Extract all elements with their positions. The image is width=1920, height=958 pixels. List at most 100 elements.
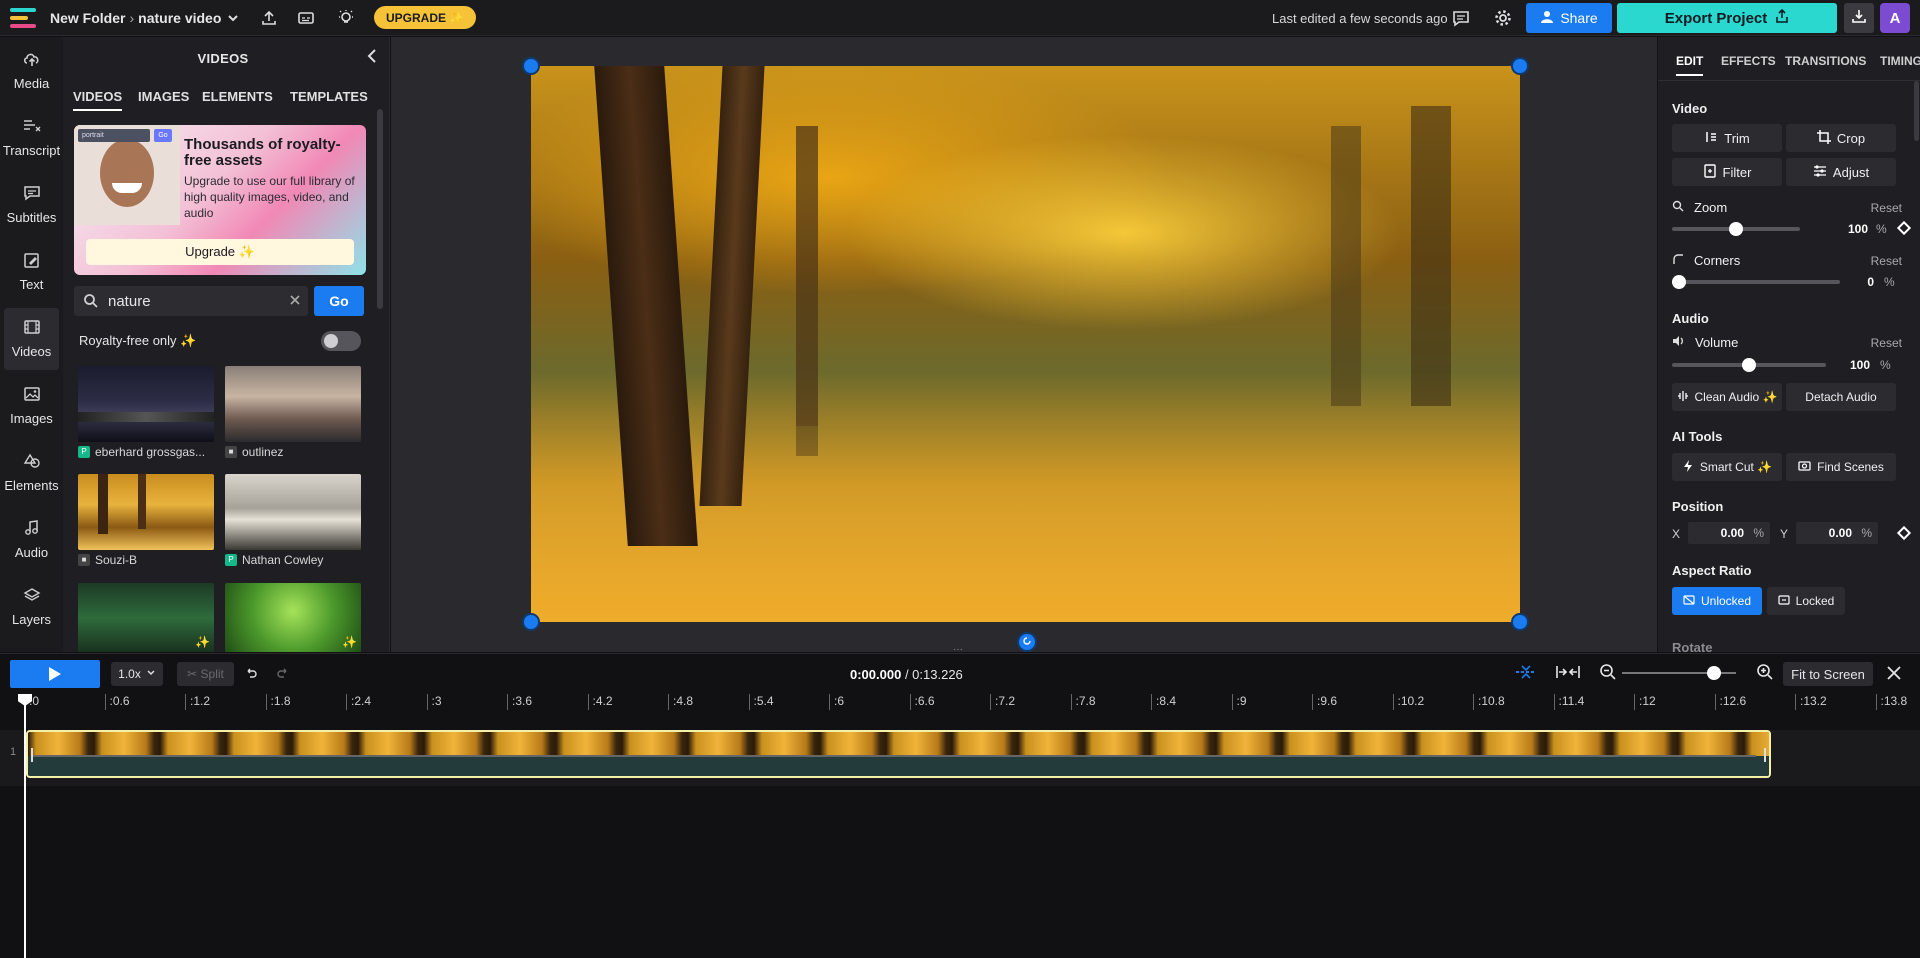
comment-icon[interactable] bbox=[1452, 0, 1470, 36]
tab-effects[interactable]: EFFECTS bbox=[1721, 54, 1776, 68]
position-y-field[interactable]: 0.00 % bbox=[1796, 522, 1878, 544]
rail-item-text[interactable]: Text bbox=[4, 241, 59, 303]
tab-timing[interactable]: TIMING bbox=[1880, 54, 1920, 68]
volume-reset[interactable]: Reset bbox=[1871, 336, 1902, 350]
promo-upgrade-button[interactable]: Upgrade ✨ bbox=[86, 239, 354, 265]
app-logo[interactable] bbox=[10, 0, 40, 36]
search-go-button[interactable]: Go bbox=[314, 286, 364, 316]
video-thumbnail[interactable] bbox=[78, 366, 214, 442]
zoom-out-icon[interactable] bbox=[1599, 663, 1617, 686]
zoom-in-icon[interactable] bbox=[1756, 663, 1774, 686]
tab-edit[interactable]: EDIT bbox=[1676, 54, 1703, 76]
rail-item-images[interactable]: Images bbox=[4, 375, 59, 437]
tab-templates[interactable]: TEMPLATES bbox=[290, 89, 368, 111]
zoom-keyframe-icon[interactable] bbox=[1897, 221, 1911, 235]
search-input[interactable] bbox=[108, 291, 268, 311]
rail-item-elements[interactable]: Elements bbox=[4, 442, 59, 504]
upgrade-button[interactable]: UPGRADE ✨ bbox=[374, 6, 476, 29]
resize-handle-bottom-left[interactable] bbox=[522, 613, 540, 631]
tab-images[interactable]: IMAGES bbox=[138, 89, 189, 111]
split-button[interactable]: ✂ Split bbox=[177, 662, 234, 686]
snap-icon[interactable] bbox=[1514, 664, 1538, 685]
zoom-value[interactable]: 100 bbox=[1832, 219, 1872, 239]
time-ruler[interactable]: :0:0.6:1.2:1.8:2.4:3:3.6:4.2:4.8:5.4:6:6… bbox=[0, 694, 1920, 720]
download-button[interactable] bbox=[1844, 3, 1874, 33]
find-scenes-button[interactable]: Find Scenes bbox=[1786, 453, 1896, 481]
tab-transitions[interactable]: TRANSITIONS bbox=[1785, 54, 1866, 68]
rail-item-layers[interactable]: Layers bbox=[4, 576, 59, 638]
playhead[interactable] bbox=[24, 696, 26, 958]
clip-trim-handle-left[interactable] bbox=[31, 748, 33, 762]
clip-trim-handle-right[interactable] bbox=[1764, 748, 1766, 762]
rail-item-audio[interactable]: Audio bbox=[4, 509, 59, 571]
corners-reset[interactable]: Reset bbox=[1871, 254, 1902, 268]
tab-videos[interactable]: VIDEOS bbox=[73, 89, 122, 111]
avatar[interactable]: A bbox=[1880, 3, 1910, 33]
redo-icon[interactable] bbox=[276, 666, 290, 685]
play-button[interactable] bbox=[10, 660, 100, 688]
timeline-zoom-knob[interactable] bbox=[1707, 666, 1721, 680]
corners-slider-knob[interactable] bbox=[1672, 275, 1686, 289]
video-thumbnail[interactable] bbox=[225, 474, 361, 550]
close-icon[interactable] bbox=[1886, 665, 1902, 686]
volume-slider[interactable] bbox=[1672, 363, 1826, 367]
video-thumbnail[interactable] bbox=[78, 474, 214, 550]
rail-item-media[interactable]: Media bbox=[4, 40, 59, 102]
filter-button[interactable]: Filter bbox=[1672, 158, 1782, 186]
resize-handle-bottom-right[interactable] bbox=[1511, 613, 1529, 631]
panel-scrollbar[interactable] bbox=[377, 109, 383, 309]
undo-icon[interactable] bbox=[244, 666, 258, 685]
export-project-button[interactable]: Export Project bbox=[1617, 3, 1837, 33]
panel-scrollbar[interactable] bbox=[1914, 81, 1919, 141]
subtitle-icon[interactable] bbox=[297, 0, 315, 36]
playback-speed-select[interactable]: 1.0x bbox=[111, 662, 163, 686]
zoom-reset[interactable]: Reset bbox=[1871, 201, 1902, 215]
ruler-tick: :4.8 bbox=[668, 694, 693, 710]
resize-handle-top-right[interactable] bbox=[1511, 57, 1529, 75]
project-name[interactable]: nature video bbox=[138, 10, 221, 26]
fit-width-icon[interactable] bbox=[1555, 664, 1581, 685]
volume-value[interactable]: 100 bbox=[1838, 355, 1874, 375]
trim-button[interactable]: Trim bbox=[1672, 124, 1782, 152]
adjust-button[interactable]: Adjust bbox=[1786, 158, 1896, 186]
crop-button[interactable]: Crop bbox=[1786, 124, 1896, 152]
lightbulb-icon[interactable] bbox=[337, 0, 355, 36]
share-button[interactable]: Share bbox=[1526, 3, 1612, 33]
cloud-upload-icon bbox=[23, 51, 41, 71]
zoom-slider[interactable] bbox=[1672, 227, 1800, 231]
aspect-unlocked-button[interactable]: Unlocked bbox=[1672, 587, 1762, 615]
upload-icon[interactable] bbox=[260, 0, 278, 36]
fit-to-screen-button[interactable]: Fit to Screen bbox=[1783, 662, 1873, 686]
position-keyframe-icon[interactable] bbox=[1897, 526, 1911, 540]
rotate-handle[interactable] bbox=[1017, 632, 1037, 652]
video-thumbnail[interactable] bbox=[225, 366, 361, 442]
volume-slider-knob[interactable] bbox=[1742, 358, 1756, 372]
collapse-panel-icon[interactable] bbox=[365, 47, 379, 70]
resize-handle-top-left[interactable] bbox=[522, 57, 540, 75]
gear-icon[interactable] bbox=[1494, 0, 1512, 36]
license-badge-icon: P bbox=[225, 554, 237, 566]
video-preview[interactable] bbox=[531, 66, 1520, 622]
panel-resize-handle[interactable]: ⋮ bbox=[385, 337, 390, 348]
rail-item-transcript[interactable]: Transcript bbox=[4, 107, 59, 169]
canvas-resize-handle[interactable]: ··· bbox=[953, 649, 973, 652]
tab-elements[interactable]: ELEMENTS bbox=[202, 89, 273, 111]
zoom-slider-knob[interactable] bbox=[1729, 222, 1743, 236]
aspect-locked-button[interactable]: Locked bbox=[1767, 587, 1845, 615]
corners-slider[interactable] bbox=[1672, 280, 1840, 284]
smart-cut-button[interactable]: Smart Cut ✨ bbox=[1672, 453, 1782, 481]
chevron-down-icon[interactable] bbox=[226, 0, 240, 36]
position-x-field[interactable]: 0.00 % bbox=[1688, 522, 1770, 544]
clear-search-icon[interactable] bbox=[288, 293, 302, 312]
rail-item-videos[interactable]: Videos bbox=[4, 308, 59, 370]
corners-value[interactable]: 0 bbox=[1854, 272, 1878, 292]
detach-audio-button[interactable]: Detach Audio bbox=[1786, 383, 1896, 411]
video-clip[interactable] bbox=[26, 730, 1771, 778]
clean-audio-button[interactable]: Clean Audio ✨ bbox=[1672, 383, 1782, 411]
timeline-zoom-slider[interactable] bbox=[1622, 672, 1736, 674]
royalty-free-toggle[interactable] bbox=[321, 331, 361, 351]
video-thumbnail[interactable]: ✨ bbox=[225, 583, 361, 652]
rail-item-subtitles[interactable]: Subtitles bbox=[4, 174, 59, 236]
breadcrumb-folder[interactable]: New Folder bbox=[50, 10, 125, 26]
video-thumbnail[interactable]: ✨ bbox=[78, 583, 214, 652]
